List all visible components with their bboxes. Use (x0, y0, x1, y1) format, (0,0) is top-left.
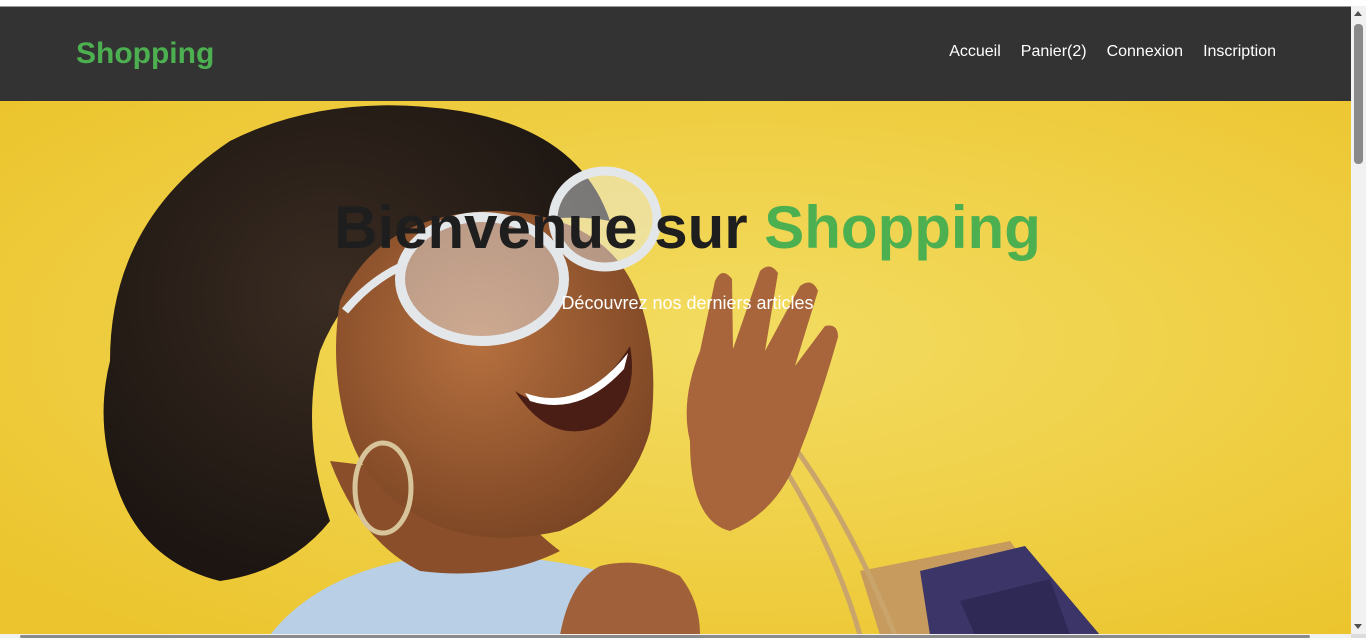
vertical-scrollbar[interactable] (1351, 6, 1366, 634)
nav-link-accueil[interactable]: Accueil (949, 43, 1001, 61)
nav-link-inscription[interactable]: Inscription (1203, 43, 1276, 61)
hero-image (0, 101, 1351, 634)
hero-title-accent: Shopping (764, 194, 1041, 261)
hero-title-main: Bienvenue sur (334, 194, 765, 261)
hero-banner: Bienvenue sur Shopping Découvrez nos der… (0, 101, 1351, 634)
scroll-up-arrow-icon[interactable] (1354, 11, 1362, 16)
nav-link-connexion[interactable]: Connexion (1107, 43, 1184, 61)
scroll-down-arrow-icon[interactable] (1354, 624, 1362, 629)
horizontal-scrollbar[interactable] (0, 634, 1351, 638)
nav-links: Accueil Panier(2) Connexion Inscription (949, 43, 1276, 61)
brand-logo[interactable]: Shopping (76, 37, 214, 71)
navbar: Shopping Accueil Panier(2) Connexion Ins… (0, 7, 1351, 101)
vertical-scroll-thumb[interactable] (1354, 24, 1363, 164)
browser-viewport: Shopping Accueil Panier(2) Connexion Ins… (0, 6, 1351, 634)
hero-subtitle: Découvrez nos derniers articles (561, 293, 814, 313)
nav-link-panier[interactable]: Panier(2) (1021, 43, 1087, 61)
hero-title: Bienvenue sur Shopping (0, 193, 1351, 262)
scrollbar-corner (1351, 634, 1366, 638)
